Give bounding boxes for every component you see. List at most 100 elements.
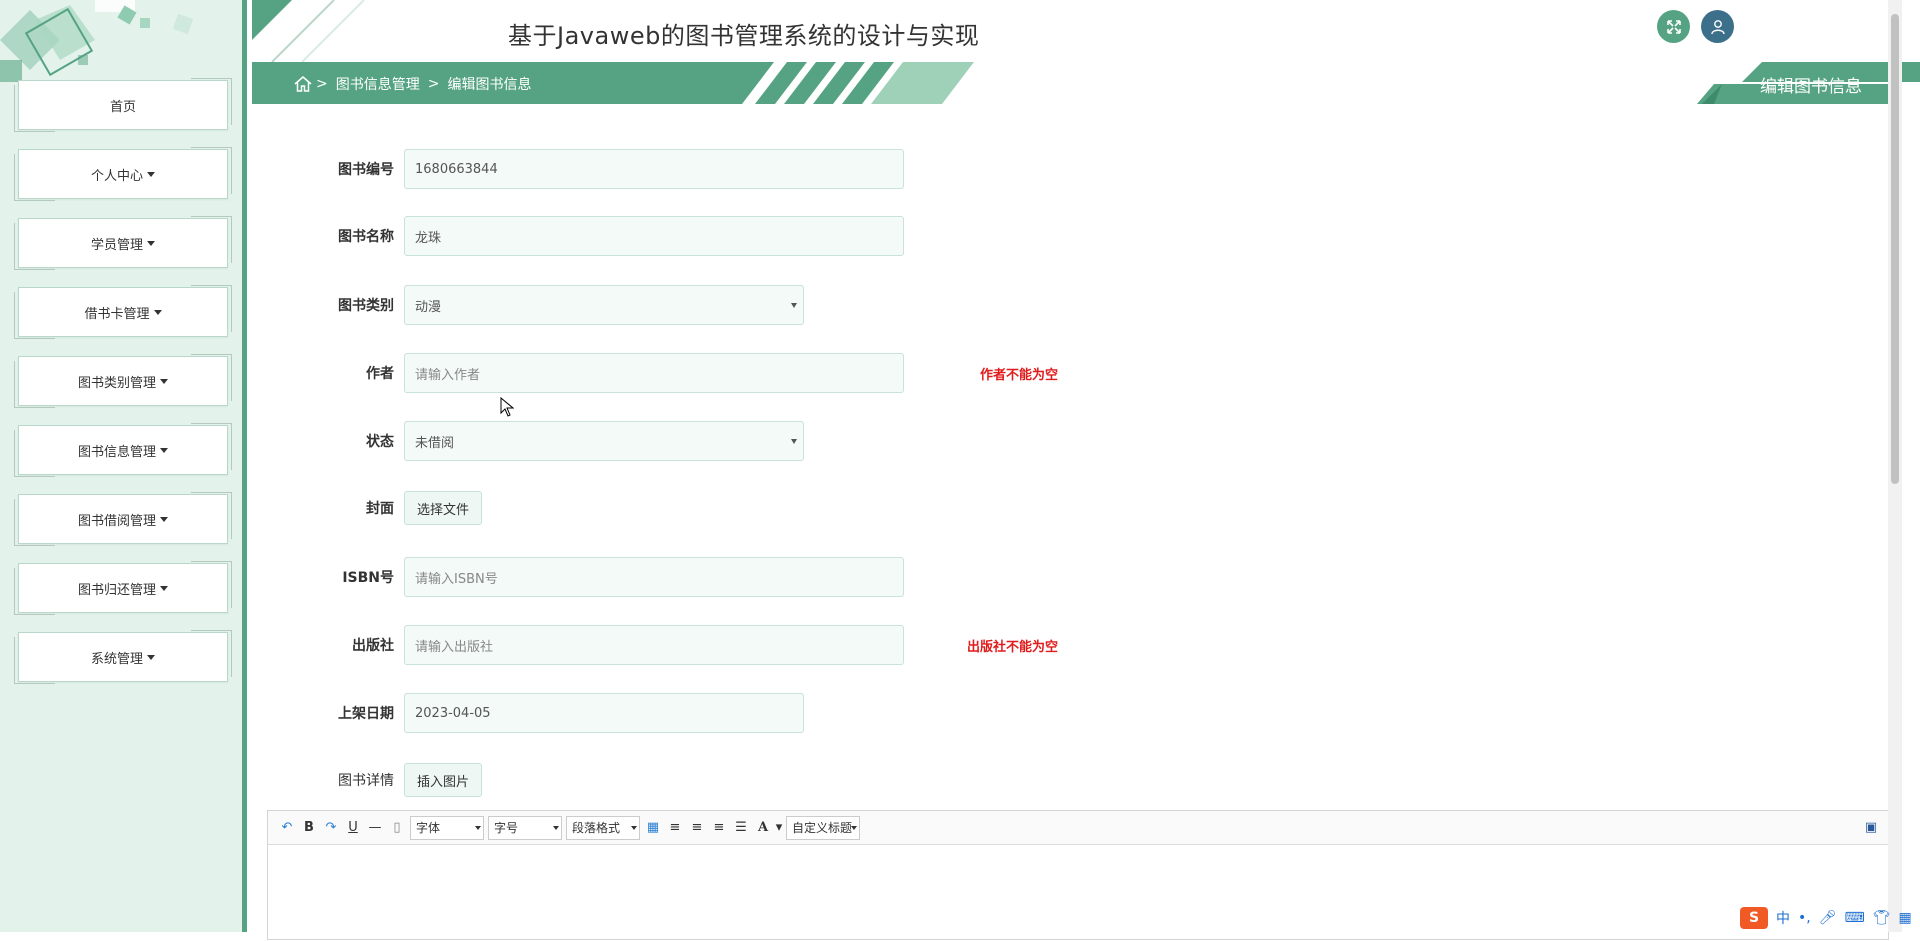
caret-down-icon [160,378,168,384]
ime-toolbar: S 中 •, 🎤︎ ⌨ 👕︎ ▦ [1740,906,1912,930]
isbn-label: ISBN号 [342,570,394,586]
keyboard-icon[interactable]: ⌨ [1845,910,1865,926]
bold-button[interactable]: B [298,817,320,839]
font-family-value: 字体 [416,821,441,835]
new-document-icon[interactable]: ▯ [386,817,408,839]
isbn-input[interactable]: 请输入ISBN号 [404,557,904,597]
breadcrumb-item-book-info[interactable]: 图书信息管理 [336,74,420,94]
choose-file-button[interactable]: 选择文件 [404,491,483,525]
caret-down-icon [160,447,168,453]
sidebar-item-student-management[interactable]: 学员管理 [14,216,232,270]
sidebar-menu: 首页 个人中心 学员管理 借书卡管理 图书类别管理 图书信息管理 图书借阅管理 … [14,78,232,701]
sidebar-item-label: 图书借阅管理 [77,513,156,529]
ime-logo[interactable]: S [1740,907,1768,929]
chevron-down-icon [631,825,637,830]
book-name-label: 图书名称 [338,229,394,245]
sidebar-item-label: 图书类别管理 [77,375,156,391]
user-icon [1710,19,1725,34]
caret-down-icon [153,309,162,315]
sidebar-item-system-management[interactable]: 系统管理 [14,630,232,684]
redo-icon[interactable]: ↷ [320,817,342,839]
category-label: 图书类别 [338,298,394,314]
status-select[interactable]: 未借阅 [404,421,804,461]
shelf-date-label: 上架日期 [338,706,394,722]
sidebar-item-label: 系统管理 [90,651,143,667]
sidebar-item-label: 图书归还管理 [77,582,156,598]
editor-toolbar: ↶ B ↷ U — ▯ 字体 字号 段落格式 ▦ ≡ ≡ ≡ ☰ A ▾ 自定义… [268,811,1888,845]
publisher-input[interactable]: 请输入出版社 [404,625,904,665]
breadcrumb-separator: > [427,76,440,92]
sidebar-item-library-card-management[interactable]: 借书卡管理 [14,285,232,339]
align-left-icon[interactable]: ≡ [664,817,686,839]
rich-text-editor: ↶ B ↷ U — ▯ 字体 字号 段落格式 ▦ ≡ ≡ ≡ ☰ A ▾ 自定义… [267,810,1889,940]
sidebar-item-label: 学员管理 [90,237,143,253]
caret-down-icon [160,585,168,591]
page-scrollbar[interactable] [1888,0,1902,932]
sidebar-item-book-category-management[interactable]: 图书类别管理 [14,354,232,408]
author-input[interactable]: 请输入作者 [404,353,904,393]
book-no-label: 图书编号 [338,162,394,178]
horizontal-rule-icon[interactable]: — [364,817,386,839]
align-center-icon[interactable]: ≡ [708,817,730,839]
paragraph-format-select[interactable]: 段落格式 [566,815,640,840]
caret-down-icon [147,171,155,177]
editor-content-area[interactable] [268,845,1888,941]
form-row-book-no: 图书编号 1680663844 [252,149,904,189]
custom-title-select[interactable]: 自定义标题 [786,815,860,840]
header-stripes-decoration [252,0,365,62]
page-title: 编辑图书信息 [1760,77,1862,97]
sidebar-item-personal-center[interactable]: 个人中心 [14,147,232,201]
ime-punctuation[interactable]: •, [1798,910,1811,926]
fullscreen-button[interactable] [1657,10,1690,43]
underline-button[interactable]: U [342,817,364,839]
status-label: 状态 [366,434,394,450]
scrollbar-thumb[interactable] [1891,14,1899,484]
table-icon[interactable]: ▦ [642,817,664,839]
status-selected-value: 未借阅 [415,435,455,451]
shelf-date-input[interactable]: 2023-04-05 [404,693,804,733]
form-row-book-name: 图书名称 龙珠 [252,216,904,256]
chevron-down-icon [475,825,481,830]
sidebar-item-label: 借书卡管理 [84,306,150,322]
fullscreen-editor-icon[interactable]: ▣ [1860,817,1882,839]
category-selected-value: 动漫 [415,299,442,315]
user-button[interactable] [1701,10,1734,43]
sidebar-item-book-info-management[interactable]: 图书信息管理 [14,423,232,477]
sidebar-item-home[interactable]: 首页 [14,78,232,132]
sidebar-item-label: 首页 [109,99,136,115]
breadcrumb: > 图书信息管理 > 编辑图书信息 [294,74,535,94]
category-select[interactable]: 动漫 [404,285,804,325]
publisher-error-message: 出版社不能为空 [967,640,1059,655]
caret-down-icon [147,240,155,246]
book-name-input[interactable]: 龙珠 [404,216,904,256]
ime-mode[interactable]: 中 [1776,908,1790,928]
mouse-cursor-icon [500,397,514,417]
font-color-dropdown-icon[interactable]: ▾ [774,817,784,839]
sidebar-item-book-borrow-management[interactable]: 图书借阅管理 [14,492,232,546]
breadcrumb-item-current: 编辑图书信息 [447,77,532,93]
font-color-button[interactable]: A [752,817,774,839]
home-icon[interactable] [294,76,312,92]
breadcrumb-separator: > [316,76,328,92]
sidebar: 首页 个人中心 学员管理 借书卡管理 图书类别管理 图书信息管理 图书借阅管理 … [0,0,247,932]
undo-icon[interactable]: ↶ [276,817,298,839]
font-family-select[interactable]: 字体 [410,815,484,840]
caret-down-icon [160,516,168,522]
align-justify-icon[interactable]: ☰ [730,817,752,839]
custom-title-value: 自定义标题 [792,821,853,835]
font-size-select[interactable]: 字号 [488,815,562,840]
form-row-shelf-date: 上架日期 2023-04-05 [252,693,804,733]
insert-image-button[interactable]: 插入图片 [404,763,483,797]
form-row-publisher: 出版社 请输入出版社 [252,625,904,665]
font-size-value: 字号 [494,821,519,835]
author-error-message: 作者不能为空 [980,368,1059,383]
cover-label: 封面 [366,501,394,517]
chevron-down-icon [553,825,559,830]
align-right-icon[interactable]: ≡ [686,817,708,839]
book-no-input[interactable]: 1680663844 [404,149,904,189]
sidebar-item-book-return-management[interactable]: 图书归还管理 [14,561,232,615]
apps-grid-icon[interactable]: ▦ [1899,910,1912,926]
sidebar-decoration [0,0,194,82]
microphone-icon[interactable]: 🎤︎ [1819,910,1837,926]
skin-icon[interactable]: 👕︎ [1873,910,1891,926]
